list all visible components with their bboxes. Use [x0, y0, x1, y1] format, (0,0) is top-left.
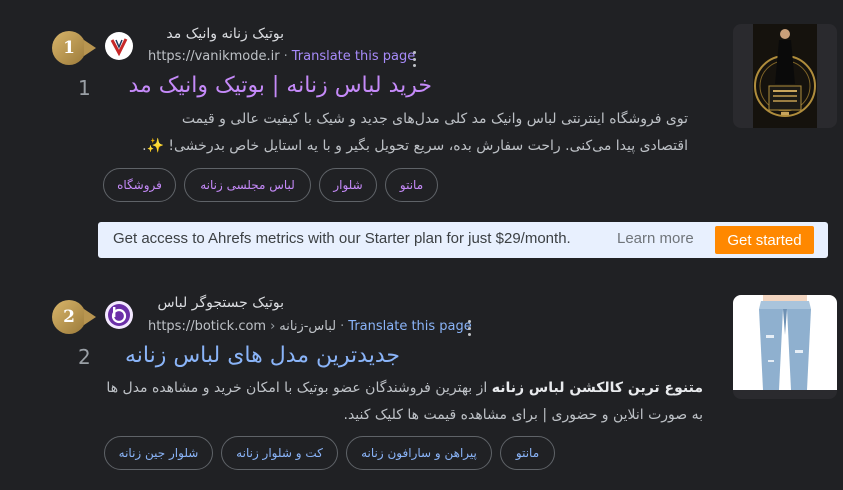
chip-manto[interactable]: مانتو	[385, 168, 438, 202]
result-thumbnail[interactable]	[733, 295, 837, 399]
chip-shalvar[interactable]: شلوار	[319, 168, 377, 202]
rank-badge: 1	[52, 31, 96, 65]
snippet-line-1: توی فروشگاه اینترنتی لباس وانیک مد کلی م…	[181, 111, 688, 127]
site-name[interactable]: بوتیک جستجوگر لباس	[157, 295, 284, 311]
fashion-model-image-icon	[753, 24, 817, 128]
url-line[interactable]: https://vanikmode.ir · Translate this page	[148, 49, 415, 64]
result-title[interactable]: جدیدترین مدل های لباس زنانه	[125, 343, 400, 368]
url-separator: ›	[270, 319, 276, 334]
result-snippet: توی فروشگاه اینترنتی لباس وانیک مد کلی م…	[88, 106, 688, 160]
ahrefs-message: Get access to Ahrefs metrics with our St…	[113, 230, 571, 247]
more-options-icon[interactable]	[412, 51, 416, 67]
site-name[interactable]: بوتیک زنانه وانیک مد	[166, 26, 284, 42]
site-favicon-icon[interactable]	[105, 32, 133, 60]
translate-link[interactable]: Translate this page	[348, 319, 471, 334]
more-options-icon[interactable]	[467, 320, 471, 336]
learn-more-link[interactable]: Learn more	[617, 230, 694, 247]
botick-logo-icon	[108, 304, 130, 326]
snippet-line-1: متنوع ترین کالکشن لباس زنانه از بهترین ف…	[83, 375, 703, 402]
url-path[interactable]: لباس-زنانه	[279, 319, 336, 334]
rank-number: 1	[63, 38, 75, 58]
site-favicon-icon[interactable]	[105, 301, 133, 329]
get-started-button[interactable]: Get started	[715, 226, 814, 254]
snippet-text: از بهترین فروشندگان عضو بوتیک با امکان خ…	[106, 380, 492, 396]
snippet-line-2: اقتصادی پیدا می‌کنی. راحت سفارش بده، سری…	[142, 138, 688, 154]
result-snippet: متنوع ترین کالکشن لباس زنانه از بهترین ف…	[83, 375, 703, 429]
site-url[interactable]: https://vanikmode.ir	[148, 49, 280, 64]
rank-number: 2	[63, 307, 75, 327]
chip-dress[interactable]: پیراهن و سارافون زنانه	[346, 436, 492, 470]
result-title[interactable]: خرید لباس زنانه | بوتیک وانیک مد	[128, 73, 432, 98]
url-separator: ·	[340, 319, 345, 334]
site-url[interactable]: https://botick.com	[148, 319, 266, 334]
result-index: 2	[78, 345, 91, 369]
ahrefs-promo-banner: Get access to Ahrefs metrics with our St…	[98, 222, 828, 258]
snippet-line-2: به صورت انلاین و حضوری | برای مشاهده قیم…	[343, 407, 704, 423]
url-separator: ·	[283, 49, 288, 64]
vanikmode-logo-icon	[110, 38, 128, 57]
chip-formal-dress[interactable]: لباس مجلسی زنانه	[184, 168, 311, 202]
chip-jeans[interactable]: شلوار جین زنانه	[104, 436, 213, 470]
chip-suit[interactable]: کت و شلوار زنانه	[221, 436, 338, 470]
jeans-image-icon	[733, 295, 837, 390]
chip-manto[interactable]: مانتو	[500, 436, 555, 470]
rank-badge: 2	[52, 300, 96, 334]
result-index: 1	[78, 76, 91, 100]
snippet-bold: متنوع ترین کالکشن لباس زنانه	[491, 380, 703, 396]
result-thumbnail[interactable]	[733, 24, 837, 128]
chip-store[interactable]: فروشگاه	[103, 168, 176, 202]
url-line[interactable]: https://botick.com › لباس-زنانه · Translate …	[148, 319, 472, 334]
translate-link[interactable]: Translate this page	[292, 49, 415, 64]
